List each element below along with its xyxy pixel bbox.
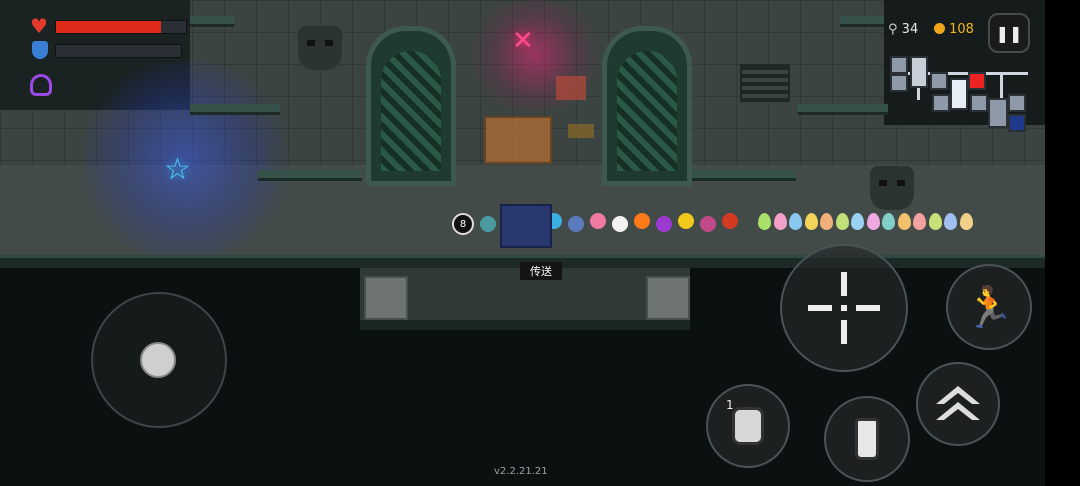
coin-counter: 108 <box>934 22 974 37</box>
wall-shelf <box>688 170 796 181</box>
key-counter: ⚲ 34 <box>888 22 918 37</box>
player-knight <box>500 204 552 248</box>
small-crate <box>568 124 594 138</box>
pause-icon: ❚❚ <box>995 23 1023 43</box>
version-label: v2.2.21.21 <box>494 466 548 477</box>
pet-count-badge: 8 <box>452 213 474 235</box>
robot-pet <box>480 216 496 232</box>
health-bar <box>55 20 187 34</box>
red-sword-weapon-icon[interactable]: ✕ <box>512 26 534 56</box>
blue-goblin <box>568 216 584 232</box>
egg-pet <box>789 213 802 230</box>
egg-pet <box>882 213 895 230</box>
egg-pet <box>959 213 973 230</box>
grenade-button[interactable]: 1 <box>706 384 790 468</box>
red-light-glow <box>460 0 610 110</box>
heart-icon: ♥ <box>30 14 48 38</box>
blue-star-weapon-icon[interactable]: ☆ <box>164 152 191 187</box>
purple-pet <box>656 216 672 232</box>
egg-pet <box>851 213 864 230</box>
minimap-room <box>890 56 908 74</box>
egg-pet <box>758 213 771 230</box>
wall-shelf <box>190 16 234 27</box>
gargoyle-statue <box>870 166 914 210</box>
red-teapot <box>722 213 738 229</box>
red-item-drop[interactable] <box>556 76 586 100</box>
key-icon: ⚲ <box>888 22 898 37</box>
grenade-icon <box>732 407 764 445</box>
coin-count: 108 <box>949 22 974 37</box>
gothic-window <box>602 26 692 186</box>
gargoyle-statue <box>298 26 342 70</box>
game-screen: ☆ ✕ 8 传送 ♥ ⚲ 34 108 ❚❚ 🏃 1 v2.2.21.21 <box>0 0 1080 486</box>
health-bar-fill <box>56 21 162 33</box>
shield-icon <box>32 41 48 59</box>
stone-block <box>646 276 690 320</box>
treasure-chest[interactable] <box>484 116 552 164</box>
wall-shelf <box>258 170 362 181</box>
running-man-icon: 🏃 <box>964 284 1014 331</box>
screen-edge <box>1045 0 1080 486</box>
crosshair-icon <box>808 272 880 344</box>
minimap-room <box>1008 94 1026 112</box>
wall-shelf <box>840 16 884 27</box>
egg-pet <box>835 213 849 230</box>
armor-bar <box>55 44 182 58</box>
bottle-icon <box>855 418 879 460</box>
minimap-room <box>930 72 948 90</box>
egg-pet <box>866 213 880 230</box>
portal-icon <box>1008 114 1026 132</box>
fire-pet <box>634 213 650 229</box>
boss-skull-icon <box>968 72 986 90</box>
egg-pet <box>944 213 957 230</box>
flower-pet <box>700 216 716 232</box>
egg-pet <box>804 213 818 230</box>
egg-pet <box>897 213 911 230</box>
jump-button[interactable] <box>916 362 1000 446</box>
minimap-room <box>988 98 1008 128</box>
alcove-ledge <box>360 320 690 330</box>
egg-pet <box>928 213 942 230</box>
egg-pet <box>913 213 926 230</box>
wall-grate <box>740 64 790 102</box>
joystick-knob[interactable] <box>140 342 176 378</box>
minimap-room <box>910 56 928 88</box>
coin-icon <box>934 23 945 34</box>
hooded-skill-icon[interactable] <box>30 74 52 96</box>
minimap-current-room <box>950 78 968 110</box>
panda-pet <box>612 216 628 232</box>
minimap-room <box>890 74 908 92</box>
egg-pet <box>773 213 787 230</box>
wall-shelf <box>798 104 888 115</box>
grenade-count: 1 <box>726 398 734 412</box>
yellow-pet <box>678 213 694 229</box>
stone-block <box>364 276 408 320</box>
double-chevron-up-icon <box>936 386 980 420</box>
minimap-room <box>970 94 988 112</box>
attack-button[interactable] <box>780 244 908 372</box>
dash-button[interactable]: 🏃 <box>946 264 1032 350</box>
item-button[interactable] <box>824 396 910 482</box>
minimap-room <box>932 94 950 112</box>
wall-shelf <box>190 104 280 115</box>
teleport-label[interactable]: 传送 <box>520 262 562 280</box>
pink-pet <box>590 213 606 229</box>
key-count: 34 <box>901 22 919 37</box>
pause-button[interactable]: ❚❚ <box>988 13 1030 53</box>
gothic-window <box>366 26 456 186</box>
egg-pet <box>820 213 833 230</box>
